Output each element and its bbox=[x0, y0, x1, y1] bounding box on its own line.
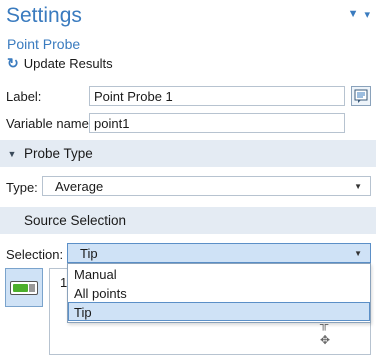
type-select-value: Average bbox=[55, 178, 104, 194]
dropdown-option-all-points[interactable]: All points bbox=[68, 283, 370, 302]
label-field[interactable] bbox=[89, 86, 345, 106]
document-icon bbox=[354, 89, 368, 103]
active-toggle-button[interactable] bbox=[5, 268, 43, 307]
source-selection-section-header[interactable]: Source Selection bbox=[0, 207, 376, 234]
dropdown-option-manual[interactable]: Manual bbox=[68, 264, 370, 283]
chevron-down-icon: ▼ bbox=[354, 249, 362, 258]
selection-dropdown-menu: Manual All points Tip bbox=[67, 263, 371, 323]
chevron-down-icon: ▼ bbox=[354, 182, 362, 191]
node-subtitle: Point Probe bbox=[7, 36, 81, 52]
header-icons: ▼ ▾ bbox=[348, 8, 370, 21]
variable-name-caption: Variable name: bbox=[6, 116, 93, 131]
source-selection-section-title: Source Selection bbox=[24, 213, 127, 228]
probe-type-section-title: Probe Type bbox=[24, 146, 93, 161]
selection-caption: Selection: bbox=[6, 247, 64, 262]
probe-type-section-header[interactable]: ▼ Probe Type bbox=[0, 140, 376, 167]
pin-icon[interactable]: ▾ bbox=[364, 8, 370, 21]
collapse-icon: ▼ bbox=[7, 148, 17, 159]
variable-name-field[interactable] bbox=[89, 113, 345, 133]
dropdown-arrow-icon[interactable]: ▼ bbox=[348, 8, 359, 21]
label-caption: Label: bbox=[6, 89, 42, 104]
update-results-button[interactable]: ↻ Update Results bbox=[7, 55, 113, 72]
selection-select[interactable]: Tip ▼ bbox=[67, 243, 371, 263]
move-icon[interactable]: ✥ bbox=[320, 333, 330, 347]
type-select[interactable]: Average ▼ bbox=[42, 176, 371, 196]
selection-select-value: Tip bbox=[80, 245, 98, 261]
comment-button[interactable] bbox=[351, 86, 371, 106]
type-caption: Type: bbox=[6, 180, 38, 195]
settings-title: Settings bbox=[6, 4, 82, 27]
toggle-icon bbox=[10, 280, 38, 295]
update-results-label: Update Results bbox=[23, 56, 113, 71]
refresh-icon: ↻ bbox=[7, 55, 19, 71]
dropdown-option-tip[interactable]: Tip bbox=[68, 302, 370, 321]
